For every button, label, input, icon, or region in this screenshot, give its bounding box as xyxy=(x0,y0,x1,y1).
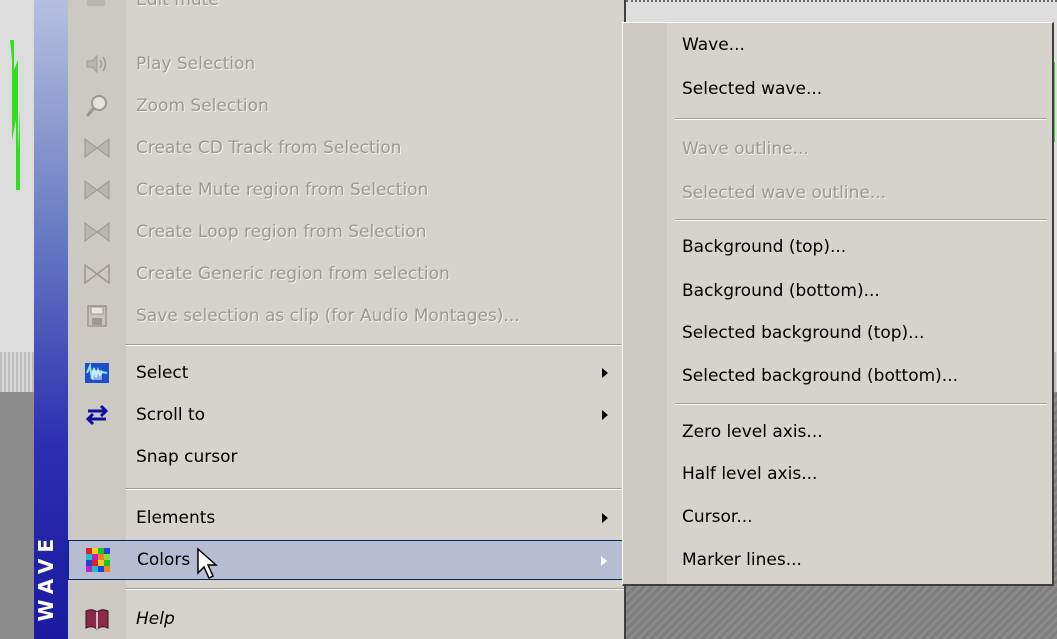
submenu-item-wave[interactable]: Wave... xyxy=(667,25,1051,65)
colors-submenu: Wave... Selected wave... Wave outline...… xyxy=(622,22,1054,586)
menu-item-label: Create Loop region from Selection xyxy=(136,222,427,242)
menu-item-save-selection-as-clip[interactable]: Save selection as clip (for Audio Montag… xyxy=(68,296,624,336)
scroll-arrows-icon xyxy=(68,395,126,435)
menu-item-label: Elements xyxy=(136,508,216,528)
bowtie-icon xyxy=(68,212,126,252)
mute-icon xyxy=(68,0,126,20)
menu-item-create-mute-region[interactable]: Create Mute region from Selection xyxy=(68,170,624,210)
menu-item-create-loop-region[interactable]: Create Loop region from Selection xyxy=(68,212,624,252)
select-wave-icon xyxy=(68,353,126,393)
submenu-item-background-top[interactable]: Background (top)... xyxy=(667,227,1051,267)
menu-item-label: Scroll to xyxy=(136,405,206,425)
menu-item-create-generic-region[interactable]: Create Generic region from selection xyxy=(68,254,624,294)
submenu-item-selected-background-top[interactable]: Selected background (top)... xyxy=(667,313,1051,353)
menu-separator xyxy=(126,344,624,346)
submenu-item-selected-background-bottom[interactable]: Selected background (bottom)... xyxy=(667,356,1051,396)
waveform-left xyxy=(0,0,34,352)
submenu-item-marker-lines[interactable]: Marker lines... xyxy=(667,540,1051,580)
submenu-item-wave-outline[interactable]: Wave outline... xyxy=(667,129,1051,169)
submenu-arrow-icon xyxy=(602,513,608,523)
submenu-arrow-icon xyxy=(602,410,608,420)
menu-item-snap-cursor[interactable]: Snap cursor xyxy=(68,437,624,477)
bowtie-icon xyxy=(68,128,126,168)
ruler-strip-left xyxy=(0,352,34,392)
menu-item-label: Colors xyxy=(137,550,191,570)
submenu-separator xyxy=(675,403,1047,405)
menu-item-scroll-to[interactable]: Scroll to xyxy=(68,395,624,435)
wave-context-menu: WAVE Edit mute Play Selection Zoom Selec… xyxy=(34,0,626,639)
menu-item-label: Zoom Selection xyxy=(136,96,269,116)
menu-item-label: Edit mute xyxy=(136,0,219,10)
submenu-item-half-level-axis[interactable]: Half level axis... xyxy=(667,454,1051,494)
banner-title: WAVE xyxy=(34,532,58,621)
menu-item-label: Create Mute region from Selection xyxy=(136,180,429,200)
submenu-item-selected-wave[interactable]: Selected wave... xyxy=(667,69,1051,109)
bowtie-outline-icon xyxy=(68,254,126,294)
bowtie-icon xyxy=(68,170,126,210)
color-grid-icon xyxy=(69,540,127,580)
menu-item-help[interactable]: Help xyxy=(68,599,624,639)
speaker-icon xyxy=(68,44,126,84)
submenu-item-selected-wave-outline[interactable]: Selected wave outline... xyxy=(667,173,1051,213)
submenu-arrow-icon xyxy=(601,556,607,566)
submenu-arrow-icon xyxy=(602,368,608,378)
menu-item-label: Create Generic region from selection xyxy=(136,264,450,284)
menu-item-edit-mute[interactable]: Edit mute xyxy=(68,0,624,20)
submenu-item-zero-level-axis[interactable]: Zero level axis... xyxy=(667,412,1051,452)
menu-item-label: Play Selection xyxy=(136,54,256,74)
menu-item-label: Save selection as clip (for Audio Montag… xyxy=(136,306,520,326)
floppy-icon xyxy=(68,296,126,336)
menu-separator xyxy=(126,488,624,490)
menu-separator xyxy=(126,588,624,590)
help-book-icon xyxy=(68,599,126,639)
menu-item-colors[interactable]: Colors xyxy=(68,540,624,580)
menu-item-elements[interactable]: Elements xyxy=(68,498,624,538)
submenu-separator xyxy=(675,219,1047,221)
submenu-icon-column xyxy=(623,23,667,584)
menu-item-play-selection[interactable]: Play Selection xyxy=(68,44,624,84)
menu-item-label: Snap cursor xyxy=(136,447,238,467)
menu-item-create-cd-track[interactable]: Create CD Track from Selection xyxy=(68,128,624,168)
menu-item-label: Create CD Track from Selection xyxy=(136,138,402,158)
submenu-item-background-bottom[interactable]: Background (bottom)... xyxy=(667,271,1051,311)
submenu-item-cursor[interactable]: Cursor... xyxy=(667,497,1051,537)
submenu-separator xyxy=(675,118,1047,120)
menu-side-banner: WAVE xyxy=(34,0,68,639)
menu-item-label: Help xyxy=(136,609,175,629)
menu-item-label: Select xyxy=(136,363,189,383)
menu-item-zoom-selection[interactable]: Zoom Selection xyxy=(68,86,624,126)
menu-item-select[interactable]: Select xyxy=(68,353,624,393)
mouse-pointer-icon xyxy=(196,547,220,588)
magnifier-icon xyxy=(68,86,126,126)
